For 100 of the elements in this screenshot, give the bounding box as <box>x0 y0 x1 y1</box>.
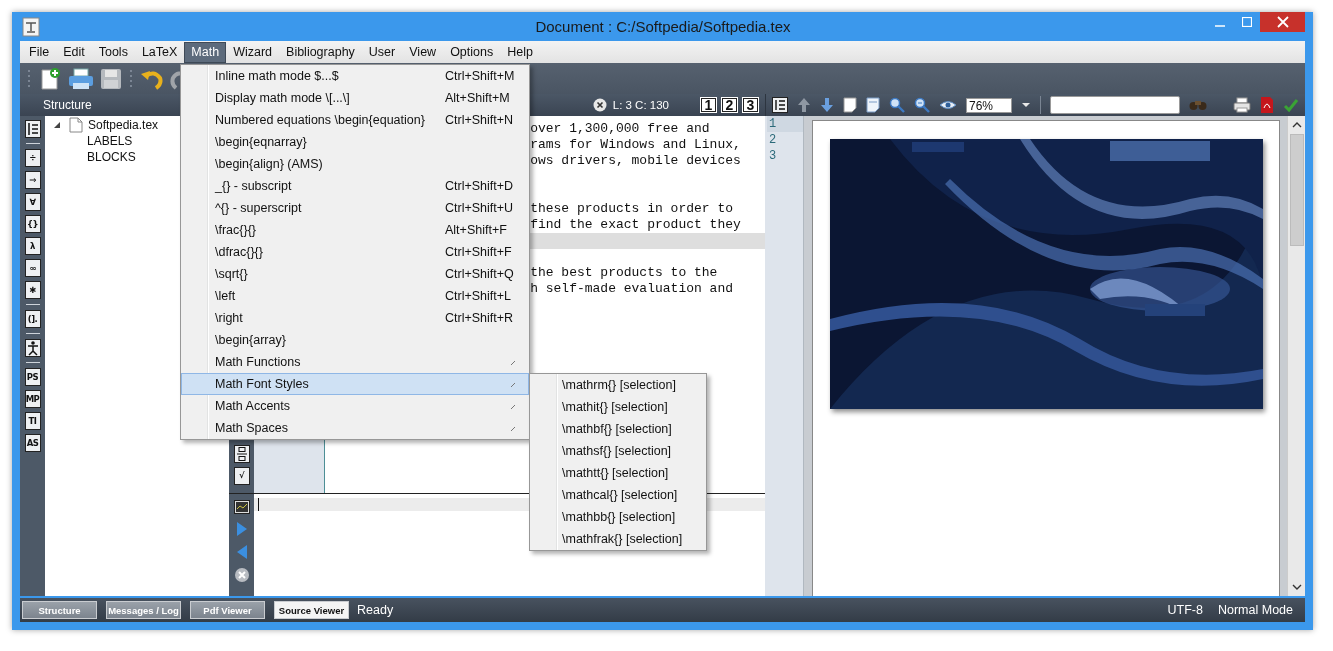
symbol-button[interactable]: ÷ <box>24 149 41 168</box>
view-button[interactable]: 1 <box>700 97 717 114</box>
menu-item[interactable]: Tools <box>91 41 135 63</box>
pdf-document-icon[interactable] <box>1260 96 1274 115</box>
symbol-button[interactable]: √ <box>233 466 250 485</box>
print-icon[interactable] <box>68 67 94 90</box>
list-icon[interactable] <box>772 97 788 114</box>
scrollbar[interactable] <box>1287 116 1305 597</box>
page-icon[interactable] <box>843 97 857 114</box>
menu-item[interactable]: \frac{}{} Alt+Shift+F <box>181 219 529 241</box>
menu-item[interactable]: Inline math mode $...$ Ctrl+Shift+M <box>181 65 529 87</box>
symbol-button[interactable]: AS <box>24 434 41 453</box>
line-number: 3 <box>768 148 778 165</box>
menu-item[interactable]: Numbered equations \begin{equation} Ctrl+Shift+N <box>181 109 529 131</box>
zoom-out-icon[interactable] <box>914 97 930 114</box>
list-icon[interactable] <box>24 120 41 139</box>
view-button[interactable]: 2 <box>721 97 738 114</box>
symbol-button[interactable]: {} <box>24 215 41 234</box>
scrollbar-thumb[interactable] <box>1289 134 1304 247</box>
symbol-button[interactable]: MP <box>24 390 41 409</box>
code-line: these products in order to <box>529 201 734 218</box>
terminal-icon[interactable] <box>233 499 250 514</box>
menu-item[interactable]: \mathcal{} [selection] <box>530 484 706 506</box>
menu-item[interactable]: Math Accents <box>181 395 529 417</box>
menu-item[interactable]: \begin{eqnarray} <box>181 131 529 153</box>
menu-item[interactable]: _{} - subscript Ctrl+Shift+D <box>181 175 529 197</box>
symbol-button[interactable]: ∀ <box>24 193 41 212</box>
code-line: find the exact product they <box>529 217 742 234</box>
menu-item[interactable]: \mathtt{} [selection] <box>530 462 706 484</box>
minimize-icon <box>1214 25 1225 27</box>
code-line: the best products to the <box>529 265 719 282</box>
search-field[interactable] <box>1050 96 1180 115</box>
menu-item[interactable]: Display math mode \[...\] Alt+Shift+M <box>181 87 529 109</box>
symbol-button[interactable]: λ <box>24 237 41 256</box>
new-file-icon[interactable] <box>38 66 62 91</box>
menu-item[interactable]: Math Font Styles <box>181 373 529 395</box>
figure-icon[interactable] <box>24 339 41 358</box>
line-number: 2 <box>768 132 778 149</box>
symbol-button[interactable]: (]. <box>24 310 41 329</box>
print-icon[interactable] <box>1233 97 1251 114</box>
check-icon[interactable] <box>1283 97 1299 114</box>
menu-item[interactable]: Math <box>184 41 227 63</box>
menu-item[interactable]: View <box>402 41 444 63</box>
menu-item[interactable]: \mathbf{} [selection] <box>530 418 706 440</box>
zoom-field[interactable]: 76% <box>966 97 1012 113</box>
menu-item[interactable]: \dfrac{}{} Ctrl+Shift+F <box>181 241 529 263</box>
menu-item[interactable]: \mathfrak{} [selection] <box>530 528 706 550</box>
menu-item[interactable]: \begin{align} (AMS) <box>181 153 529 175</box>
app-icon <box>22 16 40 37</box>
menu-item[interactable]: Math Spaces <box>181 417 529 439</box>
menu-item[interactable]: Math Functions <box>181 351 529 373</box>
symbol-button[interactable]: ✱ <box>24 281 41 300</box>
encoding-label: UTF-8 <box>1167 603 1203 618</box>
mode-label: Normal Mode <box>1217 603 1293 618</box>
symbol-button[interactable]: PS <box>24 368 41 387</box>
close-icon[interactable] <box>592 98 607 113</box>
menu-item[interactable]: \right Ctrl+Shift+R <box>181 307 529 329</box>
menu-item[interactable]: \mathrm{} [selection] <box>530 374 706 396</box>
page-icon[interactable] <box>866 97 880 114</box>
menu-item[interactable]: Options <box>443 41 501 63</box>
close-icon <box>1276 16 1289 28</box>
menu-item[interactable]: \left Ctrl+Shift+L <box>181 285 529 307</box>
expand-icon[interactable] <box>53 121 61 130</box>
symbol-button[interactable]: ∞ <box>24 259 41 278</box>
menu-item[interactable]: Help <box>500 41 540 63</box>
grip-icon <box>27 67 31 90</box>
scroll-up-icon[interactable] <box>1291 121 1302 130</box>
window-title: Document : C:/Softpedia/Softpedia.tex <box>534 18 792 36</box>
view-button[interactable]: 3 <box>742 97 759 114</box>
dropdown-icon[interactable] <box>1021 102 1031 109</box>
status-message: Ready <box>357 603 394 618</box>
menu-item[interactable]: User <box>361 41 403 63</box>
save-icon[interactable] <box>100 67 122 90</box>
down-arrow-icon[interactable] <box>820 97 834 114</box>
tree-item[interactable]: BLOCKS <box>87 150 136 165</box>
menu-item[interactable]: ^{} - superscript Ctrl+Shift+U <box>181 197 529 219</box>
tree-item[interactable]: Softpedia.tex <box>88 118 159 133</box>
code-line: over 1,300,000 free and <box>529 121 711 138</box>
menu-item[interactable]: Wizard <box>226 41 280 63</box>
tree-item[interactable]: LABELS <box>87 134 133 149</box>
panel-title: Structure <box>42 98 92 113</box>
menu-item[interactable]: \mathsf{} [selection] <box>530 440 706 462</box>
menu-item[interactable]: Edit <box>56 41 92 63</box>
menu-item[interactable]: LaTeX <box>134 41 185 63</box>
symbol-button[interactable]: TI <box>24 412 41 431</box>
code-line: ows drivers, mobile devices <box>529 153 742 170</box>
menu-item[interactable]: \begin{array} <box>181 329 529 351</box>
zoom-in-icon[interactable] <box>889 97 905 114</box>
fraction-icon[interactable] <box>233 444 250 463</box>
panel-tab[interactable]: Source Viewer <box>274 601 349 620</box>
close-icon[interactable] <box>233 566 250 583</box>
symbol-button[interactable]: ⇒ <box>24 171 41 190</box>
up-arrow-icon[interactable] <box>797 97 811 114</box>
close-button[interactable] <box>1260 12 1305 32</box>
scroll-down-icon[interactable] <box>1291 583 1302 592</box>
menu-item[interactable]: \mathit{} [selection] <box>530 396 706 418</box>
menu-item[interactable]: \mathbb{} [selection] <box>530 506 706 528</box>
menu-item[interactable]: File <box>22 41 57 63</box>
menu-item[interactable]: Bibliography <box>279 41 362 63</box>
menu-item[interactable]: \sqrt{} Ctrl+Shift+Q <box>181 263 529 285</box>
